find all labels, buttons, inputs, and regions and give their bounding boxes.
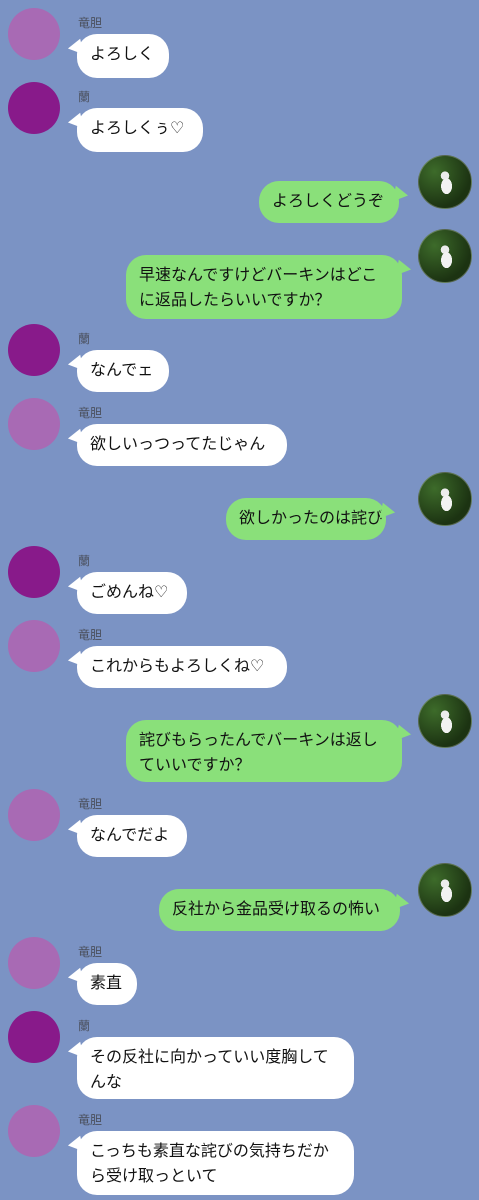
chat-area[interactable]: 竜胆 よろしく蘭よろしくぅ♡ よろしくどうぞ 早速なんですけどバーキンはどこ に返品し… — [0, 0, 479, 1200]
sender-name: 竜胆 — [78, 1113, 103, 1127]
avatar-ryudan[interactable] — [8, 620, 60, 672]
incoming-message-bubble[interactable]: これからもよろしくね♡ — [77, 646, 287, 688]
incoming-message-bubble[interactable]: なんでだよ — [77, 815, 187, 857]
incoming-message-bubble[interactable]: なんでェ — [77, 350, 169, 392]
sender-name: 竜胆 — [78, 945, 103, 959]
avatar-ran[interactable] — [8, 82, 60, 134]
incoming-message-bubble[interactable]: 素直 — [77, 963, 137, 1005]
incoming-message-bubble[interactable]: ごめんね♡ — [77, 572, 187, 614]
sender-name: 蘭 — [78, 1019, 91, 1033]
outgoing-message-bubble[interactable]: 早速なんですけどバーキンはどこ に返品したらいいですか？ — [126, 255, 402, 319]
sender-name: 竜胆 — [78, 628, 103, 642]
sender-name: 蘭 — [78, 554, 91, 568]
avatar-ryudan[interactable] — [8, 1105, 60, 1157]
cat-photo-avatar[interactable] — [418, 472, 472, 526]
sender-name: 蘭 — [78, 90, 91, 104]
avatar-ran[interactable] — [8, 324, 60, 376]
incoming-message-bubble[interactable]: その反社に向かっていい度胸して んな — [77, 1037, 354, 1099]
avatar-ryudan[interactable] — [8, 937, 60, 989]
sender-name: 蘭 — [78, 332, 91, 346]
cat-photo-avatar[interactable] — [418, 694, 472, 748]
outgoing-message-bubble[interactable]: 反社から金品受け取るの怖い — [159, 889, 400, 931]
cat-photo-avatar[interactable] — [418, 863, 472, 917]
avatar-ran[interactable] — [8, 546, 60, 598]
sender-name: 竜胆 — [78, 797, 103, 811]
avatar-ryudan[interactable] — [8, 8, 60, 60]
incoming-message-bubble[interactable]: こっちも素直な詫びの気持ちだか ら受け取っといて — [77, 1131, 354, 1195]
avatar-ran[interactable] — [8, 1011, 60, 1063]
incoming-message-bubble[interactable]: よろしくぅ♡ — [77, 108, 203, 152]
cat-photo-avatar[interactable] — [418, 155, 472, 209]
outgoing-message-bubble[interactable]: 欲しかったのは詫び — [226, 498, 386, 540]
sender-name: 竜胆 — [78, 16, 103, 30]
avatar-ryudan[interactable] — [8, 789, 60, 841]
outgoing-message-bubble[interactable]: よろしくどうぞ — [259, 181, 399, 223]
incoming-message-bubble[interactable]: 欲しいっつってたじゃん — [77, 424, 287, 466]
outgoing-message-bubble[interactable]: 詫びもらったんでバーキンは返し ていいですか？ — [126, 720, 402, 782]
avatar-ryudan[interactable] — [8, 398, 60, 450]
incoming-message-bubble[interactable]: よろしく — [77, 34, 169, 78]
sender-name: 竜胆 — [78, 406, 103, 420]
cat-photo-avatar[interactable] — [418, 229, 472, 283]
